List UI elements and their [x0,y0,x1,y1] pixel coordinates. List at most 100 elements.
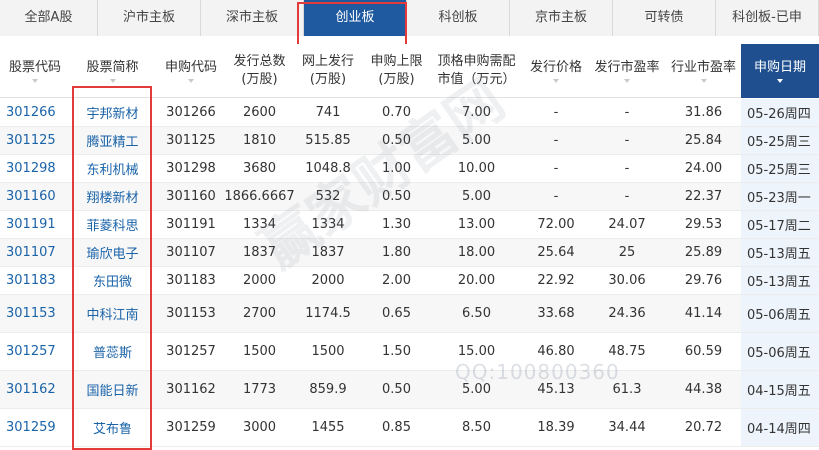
table-row[interactable]: 301160 翔楼新材 301160 1866.6667 532 0.50 5.00- -22… [0,183,819,211]
header-market-value[interactable]: 顶格申购需配 市值（万元） [429,44,524,98]
cell-price: - [553,105,559,120]
cell-industry-pe: 25.89 [684,245,723,260]
cell-apply-code: 301107 [166,245,216,260]
cell-name[interactable]: 瑜欣电子 [70,239,155,266]
tab-sh-main[interactable]: 沪市主板 [98,0,201,36]
cell-code[interactable]: 301183 [0,267,70,294]
cell-name[interactable]: 艾布鲁 [70,409,155,446]
cell-total-issue: 1773 [242,382,277,397]
table-row[interactable]: 301153 中科江南 301153 2700 1174.5 0.65 6.50 33.68 2… [0,295,819,333]
cell-online-issue: 1837 [311,245,345,260]
header-date[interactable]: 申购日期 [741,44,819,98]
cell-apply-code: 301298 [166,161,216,176]
table-row[interactable]: 301183 东田微 301183 2000 2000 2.00 20.00 22.92 30.… [0,267,819,295]
cell-code[interactable]: 301191 [0,211,70,238]
cell-code[interactable]: 301153 [0,295,70,332]
cell-price: 33.68 [537,306,575,321]
sort-icon [700,79,707,83]
cell-apply-code: 301257 [166,344,216,359]
tab-star-applied[interactable]: 科创板-已申 [716,0,819,36]
cell-online-issue: 515.85 [305,133,351,148]
tab-bj-main[interactable]: 京市主板 [510,0,613,36]
cell-name[interactable]: 国能日新 [70,371,155,408]
cell-name[interactable]: 东利机械 [70,155,155,182]
cell-online-issue: 1048.8 [305,161,351,176]
cell-limit: 0.50 [382,382,411,397]
cell-market-value: 15.00 [457,344,496,359]
table-row[interactable]: 301162 国能日新 301162 1773 859.9 0.50 5.00 45.13 61… [0,371,819,409]
header-pe[interactable]: 发行市盈率 [588,44,666,98]
cell-total-issue: 1500 [242,344,277,359]
cell-price: - [553,161,559,176]
cell-name[interactable]: 中科江南 [70,295,155,332]
cell-code[interactable]: 301298 [0,155,70,182]
cell-limit: 0.70 [382,105,411,120]
cell-market-value: 8.50 [462,420,491,435]
cell-code[interactable]: 301259 [0,409,70,446]
cell-industry-pe: 20.72 [684,420,723,435]
tab-sz-main[interactable]: 深市主板 [201,0,304,36]
cell-name[interactable]: 菲菱科思 [70,211,155,238]
cell-limit: 0.85 [382,420,411,435]
table-row[interactable]: 301259 艾布鲁 301259 3000 1455 0.85 8.50 18.39 34.4… [0,409,819,447]
cell-online-issue: 532 [315,189,341,204]
cell-code[interactable]: 301266 [0,99,70,126]
sort-icon [553,79,559,83]
cell-online-issue: 1174.5 [305,306,351,321]
cell-pe: 61.3 [612,382,642,397]
cell-market-value: 10.00 [457,161,496,176]
sort-icon [188,79,194,83]
cell-code[interactable]: 301125 [0,127,70,154]
cell-date: 04-14周四 [741,409,819,446]
tab-chinext[interactable]: 创业板 [304,0,407,36]
cell-market-value: 20.00 [457,273,496,288]
cell-online-issue: 1334 [311,217,345,232]
header-apply-code[interactable]: 申购代码 [155,44,227,98]
table-row[interactable]: 301191 菲菱科思 301191 1334 1334 1.30 13.00 72.00 24… [0,211,819,239]
cell-date: 05-13周五 [741,267,819,294]
tab-star[interactable]: 科创板 [407,0,510,36]
cell-limit: 1.30 [382,217,411,232]
tab-all-a-shares[interactable]: 全部A股 [0,0,98,36]
cell-industry-pe: 44.38 [684,382,723,397]
cell-total-issue: 1866.6667 [224,189,295,204]
header-code[interactable]: 股票代码 [0,44,70,98]
table-row[interactable]: 301266 宇邦新材 301266 2600 741 0.70 7.00- -31.86 05… [0,99,819,127]
table-row[interactable]: 301107 瑜欣电子 301107 1837 1837 1.80 18.00 25.64 25… [0,239,819,267]
table-row[interactable]: 301257 普蕊斯 301257 1500 1500 1.50 15.00 46.80 48.… [0,333,819,371]
cell-code[interactable]: 301160 [0,183,70,210]
header-total-issue[interactable]: 发行总数 (万股) [227,44,292,98]
cell-code[interactable]: 301107 [0,239,70,266]
cell-total-issue: 1837 [242,245,277,260]
cell-market-value: 5.00 [462,382,491,397]
cell-name[interactable]: 翔楼新材 [70,183,155,210]
cell-name[interactable]: 腾亚精工 [70,127,155,154]
tab-convertible[interactable]: 可转债 [613,0,716,36]
cell-date: 05-25周三 [741,127,819,154]
cell-apply-code: 301153 [166,306,216,321]
cell-date: 05-25周三 [741,155,819,182]
cell-market-value: 5.00 [462,133,491,148]
cell-name[interactable]: 宇邦新材 [70,99,155,126]
header-price[interactable]: 发行价格 [524,44,588,98]
cell-online-issue: 741 [315,105,341,120]
cell-industry-pe: 24.00 [684,161,723,176]
cell-date: 05-23周一 [741,183,819,210]
cell-total-issue: 2700 [242,306,277,321]
cell-pe: 30.06 [608,273,646,288]
header-online-issue[interactable]: 网上发行 (万股) [292,44,364,98]
cell-limit: 0.50 [382,133,411,148]
cell-code[interactable]: 301162 [0,371,70,408]
header-limit[interactable]: 申购上限 (万股) [364,44,429,98]
cell-pe: 25 [618,245,636,260]
cell-apply-code: 301183 [166,273,216,288]
table-row[interactable]: 301125 腾亚精工 301125 1810 515.85 0.50 5.00- -25.8… [0,127,819,155]
cell-name[interactable]: 普蕊斯 [70,333,155,370]
table-row[interactable]: 301298 东利机械 301298 3680 1048.8 1.00 10.00- -24.… [0,155,819,183]
cell-limit: 0.65 [382,306,411,321]
cell-code[interactable]: 301257 [0,333,70,370]
cell-price: 45.13 [537,382,575,397]
cell-name[interactable]: 东田微 [70,267,155,294]
header-industry-pe[interactable]: 行业市盈率 [666,44,741,98]
header-name[interactable]: 股票简称 [70,44,155,98]
